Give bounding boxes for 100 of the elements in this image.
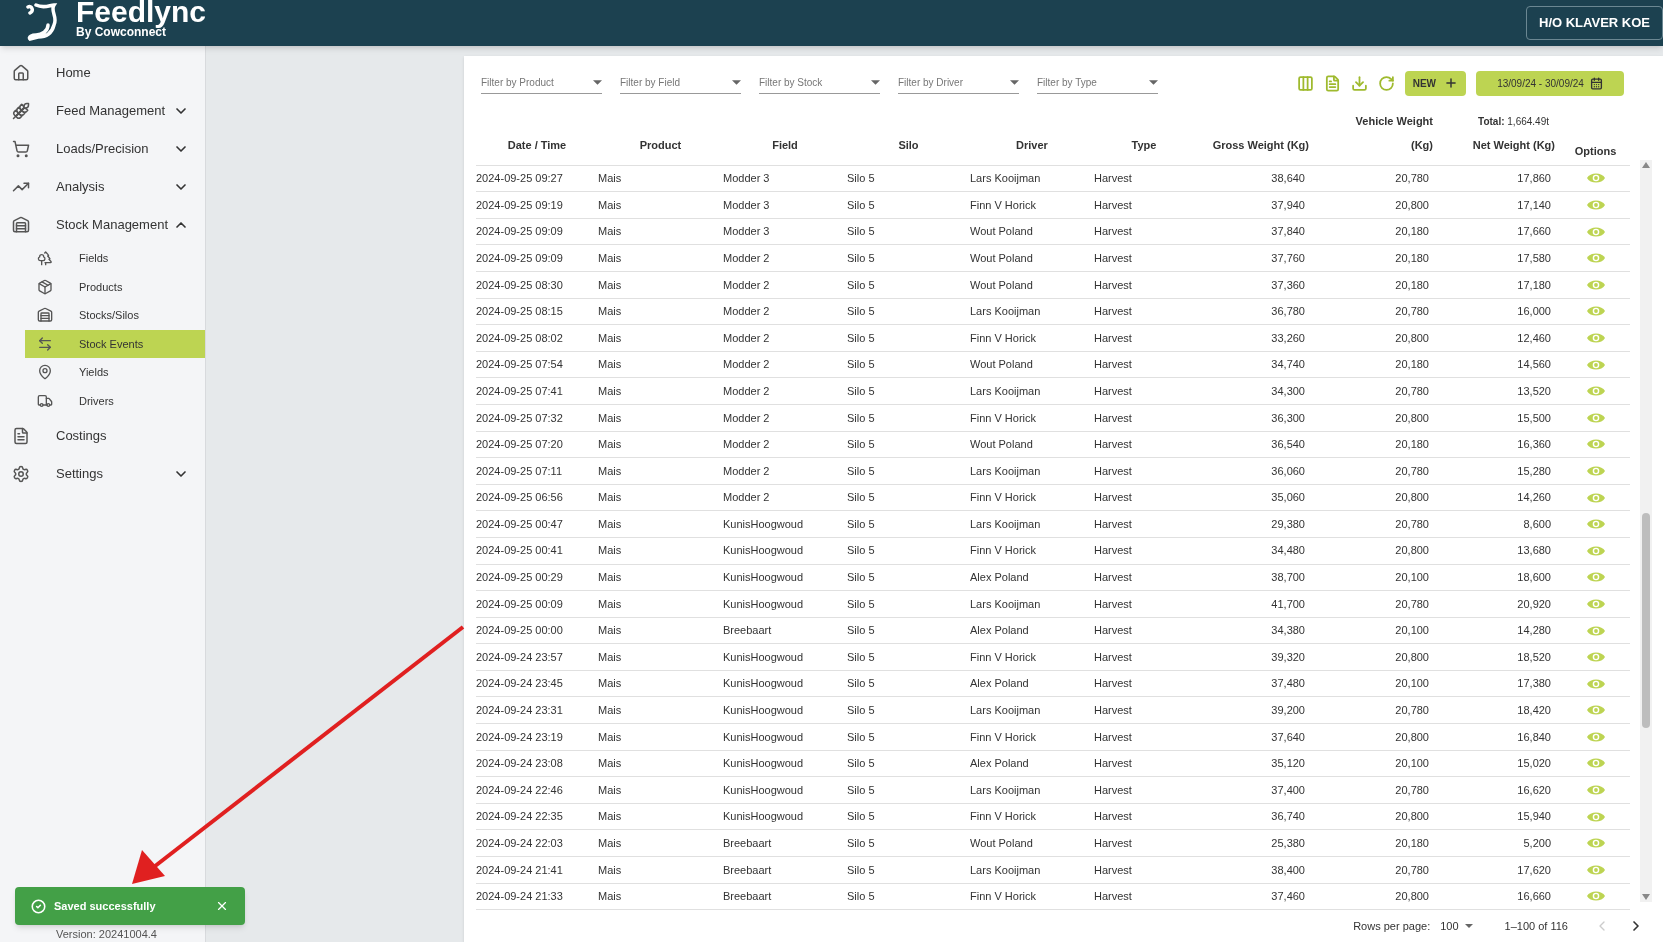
- column-header[interactable]: Vehicle Weight (Kg): [1348, 108, 1433, 157]
- column-header[interactable]: Options: [1574, 138, 1617, 163]
- truck-icon: [37, 392, 53, 409]
- table-cell-text: Harvest: [1094, 330, 1132, 346]
- eye-icon[interactable]: [1586, 597, 1605, 610]
- filter-select[interactable]: Filter by Type: [1037, 72, 1158, 94]
- table-cell-text: 16,840: [1517, 729, 1551, 745]
- sidebar-subitem[interactable]: Stock Events: [25, 329, 205, 358]
- table-cell-text: Mais: [598, 197, 622, 213]
- sidebar-item[interactable]: Feed Management: [0, 92, 205, 130]
- sidebar-item[interactable]: Analysis: [0, 168, 205, 206]
- scroll-up-icon[interactable]: [1642, 162, 1650, 168]
- sidebar-item[interactable]: Home: [0, 54, 205, 92]
- eye-icon[interactable]: [1586, 385, 1605, 398]
- table-cell-text: Finn V Horick: [970, 543, 1037, 559]
- eye-icon[interactable]: [1586, 757, 1605, 770]
- table-cell-text: Mais: [598, 836, 622, 851]
- rows-per-page-select[interactable]: 100: [1440, 917, 1473, 935]
- sidebar-subitem[interactable]: Drivers: [25, 386, 205, 415]
- eye-icon[interactable]: [1586, 331, 1605, 344]
- dropdown-caret-icon: [1464, 924, 1473, 929]
- table-cell-text: Harvest: [1094, 304, 1132, 320]
- download-icon[interactable]: [1350, 74, 1368, 92]
- filter-select[interactable]: Filter by Driver: [898, 72, 1019, 94]
- account-button[interactable]: H/O KLAVER KOE: [1526, 6, 1663, 40]
- eye-icon[interactable]: [1586, 704, 1605, 717]
- new-button[interactable]: NEW: [1404, 70, 1466, 96]
- table-cell-text: KunisHoogwoud: [723, 596, 804, 612]
- date-range-button[interactable]: 13/09/24 - 30/09/24: [1476, 70, 1624, 96]
- sidebar-item[interactable]: Stock Management: [0, 206, 205, 244]
- table-cell-text: Harvest: [1094, 782, 1132, 798]
- eye-icon[interactable]: [1586, 890, 1605, 903]
- table-cell-text: Modder 2: [723, 330, 770, 346]
- filter-select[interactable]: Filter by Stock: [759, 72, 880, 94]
- table-cell-text: Mais: [598, 649, 622, 665]
- table-cell-text: 2024-09-24 23:19: [476, 729, 563, 745]
- table-cell-text: 20,800: [1395, 197, 1429, 213]
- sidebar-item[interactable]: Costings: [0, 417, 205, 455]
- sidebar-subitem[interactable]: Yields: [25, 358, 205, 387]
- filter-select[interactable]: Filter by Product: [481, 72, 602, 94]
- table-cell-text: Modder 3: [723, 197, 770, 213]
- eye-icon[interactable]: [1586, 199, 1605, 211]
- eye-icon[interactable]: [1586, 571, 1605, 584]
- eye-icon[interactable]: [1586, 172, 1605, 185]
- sidebar-item[interactable]: Loads/Precision: [0, 130, 205, 168]
- table-cell-text: Modder 2: [723, 250, 770, 266]
- table-cell-text: Silo 5: [847, 277, 875, 293]
- eye-icon[interactable]: [1586, 677, 1605, 690]
- table-cell-text: 2024-09-24 23:31: [476, 703, 563, 719]
- table-cell-text: 37,760: [1271, 250, 1305, 266]
- sidebar-item[interactable]: Settings: [0, 455, 205, 493]
- eye-icon[interactable]: [1586, 730, 1605, 743]
- sack-icon: [37, 278, 53, 295]
- column-header[interactable]: Date / Time: [507, 132, 567, 157]
- eye-icon[interactable]: [1586, 518, 1605, 531]
- column-header[interactable]: Driver: [1016, 132, 1048, 157]
- table-cell-text: 2024-09-25 07:11: [476, 463, 563, 479]
- eye-icon[interactable]: [1586, 810, 1605, 823]
- sidebar-subitem[interactable]: Fields: [25, 244, 205, 273]
- eye-icon[interactable]: [1586, 438, 1605, 451]
- eye-icon[interactable]: [1586, 252, 1605, 265]
- eye-icon[interactable]: [1586, 651, 1605, 664]
- eye-icon[interactable]: [1586, 278, 1605, 291]
- table-cell-text: Silo 5: [847, 410, 875, 426]
- column-header[interactable]: Net Weight (Kg): [1472, 132, 1555, 157]
- eye-icon[interactable]: [1586, 544, 1605, 557]
- close-icon[interactable]: [215, 899, 229, 913]
- table-cell-text: KunisHoogwoud: [723, 570, 804, 586]
- scroll-down-icon[interactable]: [1642, 894, 1650, 900]
- column-header[interactable]: Field: [772, 132, 798, 157]
- eye-icon[interactable]: [1586, 491, 1605, 504]
- eye-icon[interactable]: [1586, 624, 1605, 637]
- sidebar-subitem[interactable]: Stocks/Silos: [25, 301, 205, 330]
- table-cell-text: Mais: [598, 809, 622, 825]
- table-cell-text: 20,780: [1395, 171, 1429, 187]
- eye-icon[interactable]: [1586, 358, 1605, 371]
- eye-icon[interactable]: [1586, 837, 1605, 850]
- table-cell-text: Silo 5: [847, 676, 875, 692]
- refresh-icon[interactable]: [1377, 74, 1395, 92]
- table-cell-text: Harvest: [1094, 250, 1132, 266]
- eye-icon[interactable]: [1586, 784, 1605, 797]
- table-cell-text: 35,120: [1271, 756, 1305, 772]
- sidebar-subitem[interactable]: Products: [25, 272, 205, 301]
- eye-icon[interactable]: [1586, 411, 1605, 424]
- eye-icon[interactable]: [1586, 225, 1605, 238]
- columns-icon[interactable]: [1296, 74, 1314, 92]
- filter-select[interactable]: Filter by Field: [620, 72, 741, 94]
- column-header[interactable]: Gross Weight (Kg): [1212, 132, 1309, 157]
- table-cell-text: Wout Poland: [970, 836, 1033, 851]
- eye-icon[interactable]: [1586, 464, 1605, 477]
- scrollbar-thumb[interactable]: [1642, 513, 1650, 728]
- column-header[interactable]: Type: [1131, 132, 1157, 157]
- column-header[interactable]: Product: [639, 132, 682, 157]
- eye-icon[interactable]: [1586, 305, 1605, 318]
- total-text: Total: 1,664.49t: [1478, 114, 1549, 129]
- table-cell-text: 20,780: [1395, 383, 1429, 399]
- column-header[interactable]: Silo: [898, 132, 919, 157]
- sidebar-label: Analysis: [56, 178, 105, 197]
- table-cell-text: 17,380: [1517, 676, 1551, 692]
- eye-icon[interactable]: [1586, 863, 1605, 876]
